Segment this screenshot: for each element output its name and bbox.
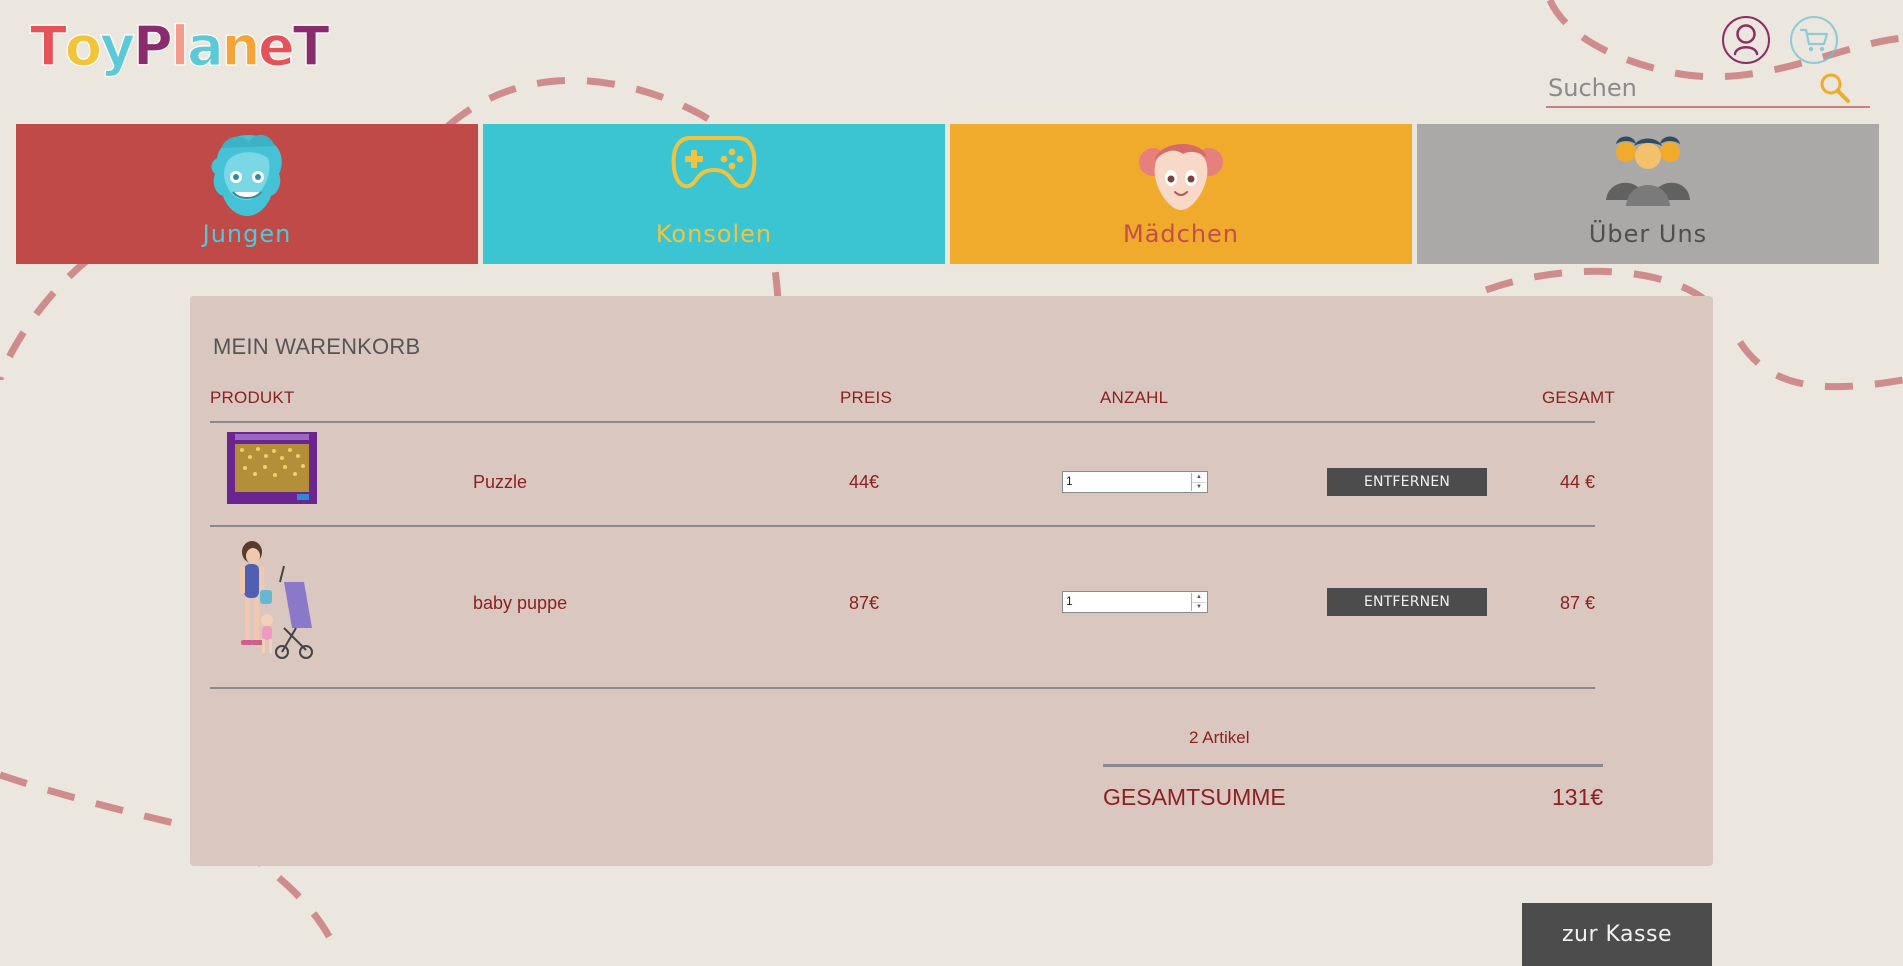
puzzle-box-image	[227, 432, 317, 504]
girl-face-icon	[1139, 143, 1223, 210]
logo-letter: T	[292, 15, 330, 78]
quantity-stepper[interactable]: 1 ▲ ▼	[1062, 471, 1208, 493]
cart-icon[interactable]	[1790, 16, 1838, 64]
quantity-value: 1	[1066, 474, 1073, 488]
decrement-icon[interactable]: ▼	[1192, 603, 1206, 612]
grand-total-value: 131€	[1552, 784, 1604, 810]
logo-letter: o	[64, 15, 102, 78]
logo-letter: T	[29, 15, 67, 78]
decrement-icon[interactable]: ▼	[1192, 483, 1206, 492]
gamepad-icon	[671, 136, 757, 189]
category-label: Mädchen	[1122, 220, 1240, 248]
summary-divider	[1103, 764, 1603, 767]
product-line-total: 44 €	[1560, 472, 1596, 492]
team-icon	[1606, 136, 1690, 206]
boy-face-icon	[211, 134, 282, 216]
search-icon[interactable]	[1818, 71, 1852, 105]
row-divider	[210, 525, 1595, 527]
category-label: Jungen	[202, 220, 292, 248]
product-name[interactable]: baby puppe	[473, 593, 567, 614]
remove-item-button[interactable]: ENTFERNEN	[1327, 468, 1487, 496]
quantity-spinner[interactable]: ▲ ▼	[1191, 593, 1206, 611]
logo-letter: e	[258, 15, 296, 78]
column-header-price: PREIS	[840, 388, 893, 407]
checkout-button[interactable]: zur Kasse	[1522, 903, 1712, 966]
category-konsolen[interactable]: Konsolen	[483, 124, 945, 264]
product-line-total: 87 €	[1560, 593, 1596, 613]
category-label: Konsolen	[655, 220, 773, 248]
column-header-product: PRODUKT	[210, 388, 295, 407]
search-bar[interactable]	[1546, 72, 1870, 108]
doll-stroller-image	[240, 541, 313, 659]
items-end-divider	[210, 687, 1595, 689]
remove-item-button[interactable]: ENTFERNEN	[1327, 588, 1487, 616]
quantity-spinner[interactable]: ▲ ▼	[1191, 473, 1206, 491]
shopping-cart-panel: MEIN WARENKORB PRODUKT PREIS ANZAHL GESA…	[190, 296, 1713, 866]
category-label: Über Uns	[1588, 220, 1708, 248]
item-count: 2 Artikel	[1189, 728, 1250, 747]
logo-letter: P	[133, 15, 174, 78]
search-input[interactable]	[1548, 74, 1808, 102]
category-maedchen[interactable]: Mädchen	[950, 124, 1412, 264]
cart-title: MEIN WARENKORB	[213, 334, 421, 359]
category-ueber-uns[interactable]: Über Uns	[1417, 124, 1879, 264]
product-price: 87€	[849, 593, 880, 613]
header-divider	[210, 421, 1595, 423]
quantity-value: 1	[1066, 594, 1073, 608]
increment-icon[interactable]: ▲	[1192, 593, 1206, 603]
logo-letter: y	[99, 15, 135, 78]
grand-total-label: GESAMTSUMME	[1103, 784, 1286, 810]
cart-item-row: baby puppe 87€ 1 ▲ ▼ ENTFERNEN 87 €	[190, 540, 1713, 668]
quantity-stepper[interactable]: 1 ▲ ▼	[1062, 591, 1208, 613]
product-price: 44€	[849, 472, 880, 492]
product-name[interactable]: Puzzle	[473, 472, 527, 493]
cart-item-row: Puzzle 44€ 1 ▲ ▼ ENTFERNEN 44 €	[190, 432, 1713, 528]
column-header-quantity: ANZAHL	[1100, 388, 1169, 407]
category-jungen[interactable]: Jungen	[16, 124, 478, 264]
brand-logo[interactable]: ToyPlaneT	[29, 15, 410, 78]
logo-letter: a	[187, 15, 225, 78]
logo-letter: n	[221, 15, 261, 78]
column-header-total: GESAMT	[1542, 388, 1615, 407]
user-icon[interactable]	[1722, 16, 1770, 64]
logo-letter: l	[170, 15, 190, 78]
increment-icon[interactable]: ▲	[1192, 473, 1206, 483]
